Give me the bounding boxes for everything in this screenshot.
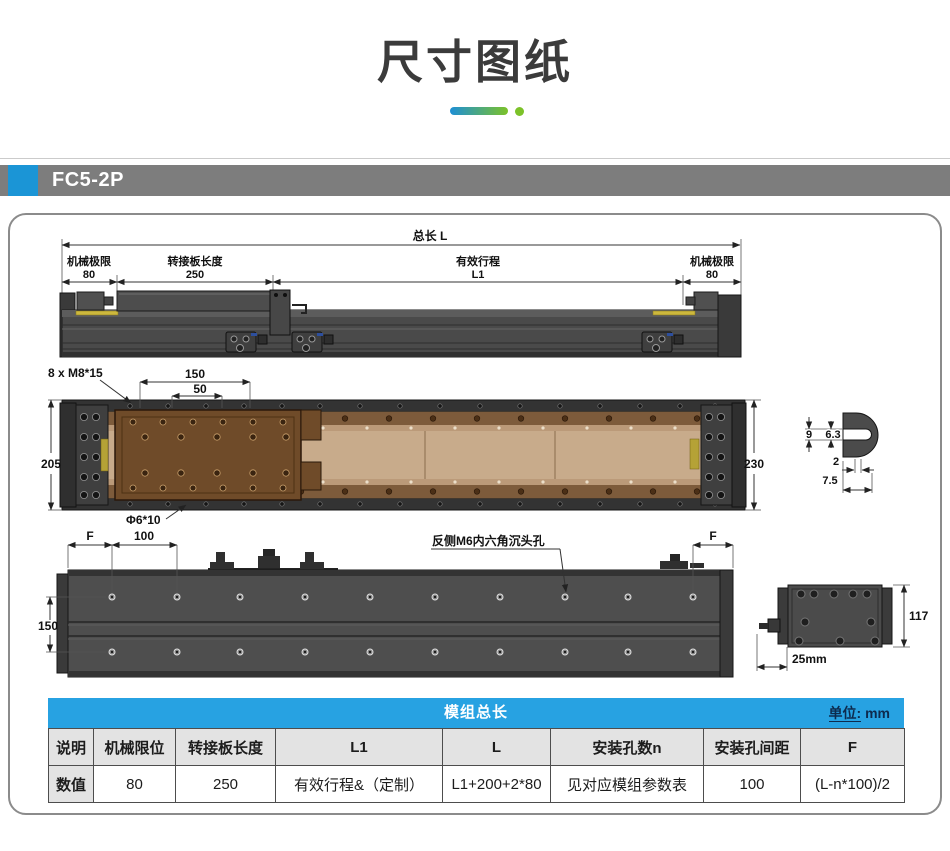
row-label-values: 数值 — [49, 766, 94, 803]
side-view-body — [60, 290, 741, 357]
col-header-desc: 说明 — [49, 729, 94, 766]
section-divider-line — [0, 158, 950, 159]
top-view-body — [60, 400, 746, 510]
col-header-mech-limit: 机械限位 — [94, 729, 176, 766]
spec-table-title-bar: 模组总长 单位: mm — [48, 698, 904, 728]
dim-pitch-150: 150 — [185, 367, 205, 381]
spec-header-row: 说明 机械限位 转接板长度 L1 L 安装孔数n 安装孔间距 F — [49, 729, 905, 766]
side-view-drawing: 总长 L 机械极限 80 转接板长度 250 有效行程 L1 机械极限 80 — [30, 225, 920, 365]
model-name: FC5-2P — [52, 165, 124, 196]
spec-value-row: 数值 80 250 有效行程&（定制） L1+200+2*80 见对应模组参数表… — [49, 766, 905, 803]
dim-adapter-label: 转接板长度 — [168, 254, 224, 268]
dim-total-length: 总长 L — [413, 228, 448, 243]
end-connector — [768, 619, 780, 632]
dim-left-limit-value: 80 — [83, 269, 95, 281]
right-stopper-block — [694, 292, 718, 310]
dim-stroke-label: 有效行程 — [456, 254, 500, 268]
dim-f-left: F — [86, 530, 93, 543]
title-underline-dot — [515, 107, 524, 116]
value-mech-limit: 80 — [94, 766, 176, 803]
end-view: 117 25mm — [757, 585, 929, 671]
dim-end-offset-25: 25mm — [792, 652, 827, 666]
unit-note: 单位: mm — [829, 698, 890, 728]
dim-pitch-100: 100 — [134, 530, 154, 543]
note-thread-holes: 8 x M8*15 — [48, 366, 103, 380]
value-hole-count: 见对应模组参数表 — [551, 766, 704, 803]
right-end-cap — [718, 295, 741, 357]
left-end-cap — [60, 403, 76, 507]
detail-dim-6-3: 6.3 — [825, 429, 840, 441]
bottom-view-body — [57, 570, 733, 677]
col-header-adapter-length: 转接板长度 — [176, 729, 276, 766]
dim-f-right: F — [709, 530, 716, 543]
detail-dim-9: 9 — [806, 429, 812, 441]
carriage-bracket — [270, 290, 290, 335]
left-seal-strip — [76, 311, 118, 315]
dim-pitch-50: 50 — [193, 382, 207, 396]
carriage-plate — [115, 410, 321, 500]
dim-right-limit-value: 80 — [706, 269, 718, 281]
dim-right-limit-label: 机械极限 — [690, 254, 734, 268]
page-title: 尺寸图纸 — [0, 26, 950, 92]
col-header-f: F — [801, 729, 905, 766]
top-view-drawing: 8 x M8*15 150 50 205 230 Φ6*10 — [30, 363, 920, 533]
slot-detail-view: 9 6.3 2 7.5 — [805, 413, 878, 493]
bottom-view-sensors — [208, 549, 704, 571]
left-stopper-block — [77, 292, 104, 310]
col-header-l: L — [443, 729, 551, 766]
spec-table: 模组总长 单位: mm 说明 机械限位 转接板长度 L1 L 安装孔数n 安装孔… — [48, 698, 904, 803]
col-header-hole-count: 安装孔数n — [551, 729, 704, 766]
dim-width-230: 230 — [744, 457, 764, 471]
note-countersunk-holes: 反侧M6内六角沉头孔 — [432, 533, 545, 548]
detail-dim-2: 2 — [833, 456, 839, 468]
dimension-drawing-page: 尺寸图纸 FC5-2P 总长 L 机械极限 80 转接板长度 — [0, 0, 950, 851]
value-adapter-length: 250 — [176, 766, 276, 803]
dim-left-limit-label: 机械极限 — [67, 254, 111, 268]
model-accent-chip — [8, 165, 38, 196]
spec-table-title: 模组总长 — [48, 698, 904, 728]
detail-dim-7-5: 7.5 — [822, 475, 837, 487]
value-l: L1+200+2*80 — [443, 766, 551, 803]
title-underline-decoration — [450, 107, 508, 115]
value-l1: 有效行程&（定制） — [276, 766, 443, 803]
dim-end-height-117: 117 — [909, 609, 929, 623]
model-header-bar: FC5-2P — [0, 165, 950, 196]
right-end-cap — [732, 403, 746, 507]
value-f: (L-n*100)/2 — [801, 766, 905, 803]
dim-adapter-value: 250 — [186, 269, 204, 281]
value-hole-pitch: 100 — [704, 766, 801, 803]
col-header-hole-pitch: 安装孔间距 — [704, 729, 801, 766]
dim-row-150: 150 — [38, 619, 58, 633]
col-header-l1: L1 — [276, 729, 443, 766]
dim-width-205: 205 — [41, 457, 61, 471]
note-dowel-hole: Φ6*10 — [126, 513, 161, 527]
bottom-view-drawing: F 100 反侧M6内六角沉头孔 F 150 — [20, 530, 940, 695]
dim-stroke-value: L1 — [472, 269, 485, 281]
right-seal-strip — [653, 311, 695, 315]
